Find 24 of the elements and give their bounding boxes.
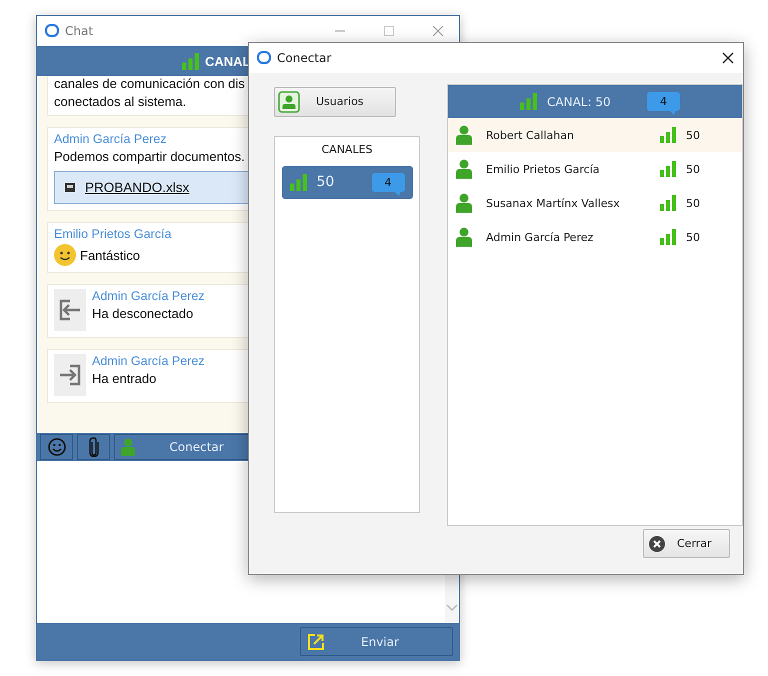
message-text: Ha entrado	[92, 371, 156, 386]
user-name: Susanax Martínx Vallesx	[486, 196, 621, 210]
message-text: Ha desconectado	[92, 306, 194, 321]
message-text: Podemos compartir documentos.	[54, 149, 245, 164]
panel-heading: CANALES	[321, 142, 373, 156]
user-name: Robert Callahan	[486, 128, 575, 142]
author-name: Admin García Perez	[54, 132, 167, 146]
user-name: Emilio Prietos García	[486, 162, 601, 176]
message-text: Fantástico	[80, 248, 140, 262]
author-name: Admin García Perez	[92, 354, 205, 368]
signal-value: 50	[686, 162, 700, 176]
author-name: Admin García Perez	[92, 289, 205, 303]
signal-value: 50	[686, 196, 700, 210]
channel-name: 50	[316, 174, 336, 190]
user-name: Admin García Perez	[486, 230, 594, 244]
signal-value: 50	[686, 230, 700, 244]
message-text: conectados al sistema.	[54, 94, 186, 109]
author-name: Emilio Prietos García	[54, 227, 172, 241]
message-text: canales de comunicación con dis	[54, 76, 245, 91]
channel-title: CANAL: 50	[547, 94, 612, 108]
dialog-title: Conectar	[277, 51, 332, 65]
signal-value: 50	[686, 128, 700, 142]
window-title: Chat	[65, 24, 94, 38]
channel-title: CANAL	[205, 54, 250, 68]
